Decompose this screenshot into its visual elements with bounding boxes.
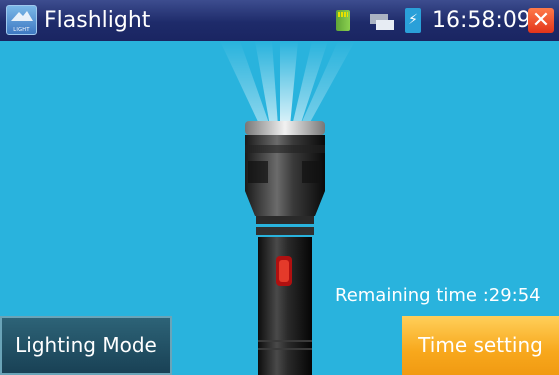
close-button[interactable]: ✕ bbox=[528, 8, 554, 33]
lighting-mode-button[interactable]: Lighting Mode bbox=[0, 316, 172, 375]
remaining-time-label: Remaining time :29:54 bbox=[335, 285, 541, 306]
time-setting-button[interactable]: Time setting bbox=[402, 316, 559, 375]
clock-time: 16:58:09 bbox=[432, 8, 531, 33]
flashlight-image[interactable] bbox=[200, 41, 360, 375]
network-icon bbox=[370, 14, 394, 30]
flashlight-app-icon: LIGHT bbox=[6, 5, 37, 35]
title-bar: LIGHT Flashlight ⚡ 16:58:09 ✕ bbox=[0, 0, 559, 41]
battery-charging-icon: ⚡ bbox=[405, 8, 421, 33]
app-icon-label: LIGHT bbox=[13, 27, 30, 33]
sd-card-icon bbox=[336, 10, 350, 31]
page-title: Flashlight bbox=[44, 8, 151, 33]
